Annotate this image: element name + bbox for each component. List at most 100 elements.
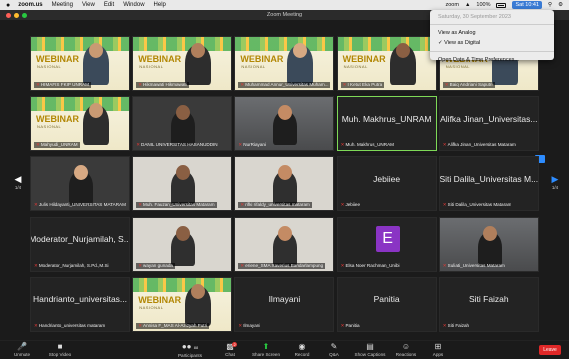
mic-muted-icon: ✕	[340, 202, 345, 208]
participant-tile[interactable]: Siti Dalila_Universitas M... ✕Siti Dalila…	[438, 156, 539, 212]
participant-name-label: ✕I Ketut Eka Putra	[340, 82, 385, 88]
participant-tile[interactable]: ✕Muh. Fauzan_Universitas Mataram	[132, 156, 233, 212]
participant-tile[interactable]: Handrianto_universitas... ✕Handrianto_uni…	[30, 276, 130, 332]
mac-menu-bar: ● zoom.us Meeting View Edit Window Help …	[0, 0, 569, 10]
chat-label: Chat	[225, 352, 235, 357]
participant-tile[interactable]: ✕Suliati_Universitas Mataram	[438, 216, 539, 272]
participant-tile[interactable]: WEBINAR NASIONAL ✕Mahyudi_UNRAM	[30, 96, 130, 152]
wifi-icon[interactable]: ▲	[465, 2, 470, 8]
webinar-subtitle: NASIONAL	[139, 64, 164, 69]
mic-muted-icon: ✕	[34, 322, 38, 328]
participant-name-label: ✕Alifka Jinan_Universitas Mataram	[443, 142, 516, 148]
menu-zoom[interactable]: zoom.us	[18, 2, 42, 8]
participant-tile[interactable]: E ✕Elsa Noer Rachman_Unibi	[336, 216, 437, 272]
mic-muted-icon: ✕	[136, 142, 141, 148]
search-icon[interactable]: ⚲	[548, 2, 552, 8]
participant-tile[interactable]: Alifka Jinan_Universitas... ✕Alifka Jinan…	[438, 96, 539, 152]
mic-muted-icon: ✕	[442, 322, 447, 328]
next-page-button[interactable]: ▶ 1/4	[549, 166, 561, 198]
record-button[interactable]: ◉ Record	[284, 342, 320, 357]
menu-meeting[interactable]: Meeting	[52, 2, 73, 8]
participant-tile[interactable]: WEBINAR NASIONAL ✕Annisa F_MAS Al-Azizyah …	[132, 276, 233, 332]
participant-display-name: Jebiiee	[373, 173, 401, 184]
participant-name-label: ✕eriene_SMA Xaverius Bandarlampung	[238, 262, 326, 269]
participant-name-label: ✕Panitia	[341, 323, 360, 329]
participant-name-text: Siti Dalila_Universitas Mataram	[447, 202, 512, 208]
participant-name-label: ✕Siti Faizah	[443, 323, 469, 329]
share-screen-icon: ⬆	[262, 342, 270, 351]
qa-button[interactable]: ✎ Q&A	[316, 342, 352, 357]
reactions-button[interactable]: ☺ Reactions	[388, 342, 424, 357]
minimize-window-button[interactable]	[14, 12, 19, 18]
participant-tile[interactable]: ✕wayan gunada	[132, 216, 233, 272]
participant-display-name: Muh. Makhrus_UNRAM	[341, 113, 432, 124]
unmute-button[interactable]: 🎤 Unmute	[4, 342, 40, 357]
participant-face	[278, 225, 293, 241]
mic-muted-icon: ✕	[36, 82, 40, 87]
participant-tile[interactable]: Ilmayani ✕Ilmayani	[234, 276, 335, 332]
fullscreen-window-button[interactable]	[22, 12, 27, 18]
webinar-subtitle: NASIONAL	[37, 124, 62, 130]
mic-muted-icon: ✕	[240, 82, 245, 87]
participant-name-label: ✕Mahyudi_UNRAM	[34, 142, 80, 149]
captions-icon: ▤	[366, 342, 374, 351]
participant-tile[interactable]: ✕Julis Hildayanti_UNIVERSITAS MATARAM	[30, 156, 130, 212]
close-window-button[interactable]	[6, 12, 11, 18]
mic-muted-icon: ✕	[340, 262, 345, 268]
participant-tile[interactable]: ✕NurRiayani	[234, 96, 335, 152]
participant-name-label: ✕DANIL UNIVERSITAS HASANUDDIN	[136, 142, 217, 148]
participant-tile[interactable]: Moderator_Nurjamilah, S... ✕Moderator_Nur…	[30, 216, 130, 272]
previous-page-button[interactable]: ◀ 1/4	[12, 166, 24, 198]
participant-tile[interactable]: ✕DANIL UNIVERSITAS HASANUDDIN	[132, 96, 233, 152]
reactions-label: Reactions	[395, 352, 417, 357]
participant-name-label: ✕Jebiiee	[341, 202, 360, 208]
battery-icon[interactable]	[496, 2, 507, 8]
participant-tile[interactable]: WEBINAR NASIONAL ✕Hikmawati Hikmawati	[132, 36, 233, 91]
participant-name-label: ✕Baiq Andriani Saputri	[442, 82, 495, 88]
participant-tile[interactable]: Panitia ✕Panitia	[336, 276, 437, 332]
participant-tile[interactable]: WEBINAR NASIONAL ✕I Ketut Eka Putra	[336, 36, 437, 91]
mic-muted-icon: ✕	[34, 202, 38, 208]
participant-display-name: Alifka Jinan_Universitas...	[440, 113, 538, 124]
share-screen-button[interactable]: ⬆ Share Screen	[248, 342, 284, 357]
zoom-status-item[interactable]: zoom	[446, 2, 459, 8]
page-indicator-left: 1/4	[14, 185, 22, 190]
show-captions-label: Show Captions	[354, 352, 386, 357]
apps-button[interactable]: ⊞ Apps	[420, 342, 456, 357]
meeting-toolbar: 🎤 Unmute ■ Stop Video ●● 88 Participants…	[0, 340, 569, 359]
participant-name-label: ✕Siti Dalila_Universitas Mataram	[443, 202, 512, 208]
view-as-digital-option[interactable]: ✓ View as Digital	[430, 38, 554, 48]
participant-tile[interactable]: Jebiiee ✕Jebiiee	[336, 156, 437, 212]
menu-edit[interactable]: Edit	[104, 2, 114, 8]
menu-window[interactable]: Window	[123, 2, 144, 8]
participant-name-text: Elsa Noer Rachman_Unibi	[345, 262, 400, 268]
mic-muted-icon: 🎤	[17, 342, 27, 351]
mic-muted-icon: ✕	[138, 262, 143, 268]
participants-icon: ●● 88	[181, 342, 199, 351]
show-captions-button[interactable]: ▤ Show Captions	[352, 342, 388, 357]
participant-tile[interactable]: WEBINAR NASIONAL ✕Muhammad Annur_Universit…	[234, 36, 335, 91]
leave-button[interactable]: Leave	[539, 345, 561, 355]
menu-view[interactable]: View	[82, 2, 95, 8]
record-label: Record	[294, 352, 310, 357]
participant-tile[interactable]: ✕eriene_SMA Xaverius Bandarlampung	[234, 216, 335, 272]
participant-tile[interactable]: Siti Faizah ✕Siti Faizah	[438, 276, 539, 332]
view-as-analog-option[interactable]: View as Analog	[430, 28, 554, 38]
menu-help[interactable]: Help	[154, 2, 166, 8]
menubar-clock[interactable]: Sat 10:41	[512, 1, 543, 9]
webinar-subtitle: NASIONAL	[241, 64, 266, 69]
record-icon: ◉	[298, 342, 306, 351]
participant-tile[interactable]: ✕rifki rifaldy_universitas mataram	[234, 156, 335, 212]
apple-menu-icon[interactable]: ●	[6, 2, 10, 9]
chat-button[interactable]: ▩ 2 Chat	[212, 342, 248, 357]
participant-tile[interactable]: Muh. Makhrus_UNRAM ✕Muh. Makhrus_UNRAM	[336, 96, 437, 152]
participants-button[interactable]: ●● 88 Participants	[172, 342, 208, 358]
participant-name-label: ✕Suliati_Universitas Mataram	[443, 263, 505, 269]
mic-muted-icon: ✕	[444, 82, 449, 87]
mic-muted-icon: ✕	[238, 322, 243, 328]
participant-tile[interactable]: WEBINAR NASIONAL ✕HIMAFIS FKIP UNRAM	[30, 36, 130, 91]
open-date-time-preferences-option[interactable]: Open Date & Time Preferences...	[430, 55, 554, 65]
control-center-icon[interactable]: ⚙	[558, 2, 563, 8]
stop-video-button[interactable]: ■ Stop Video	[42, 342, 78, 357]
mic-muted-icon: ✕	[442, 262, 447, 268]
